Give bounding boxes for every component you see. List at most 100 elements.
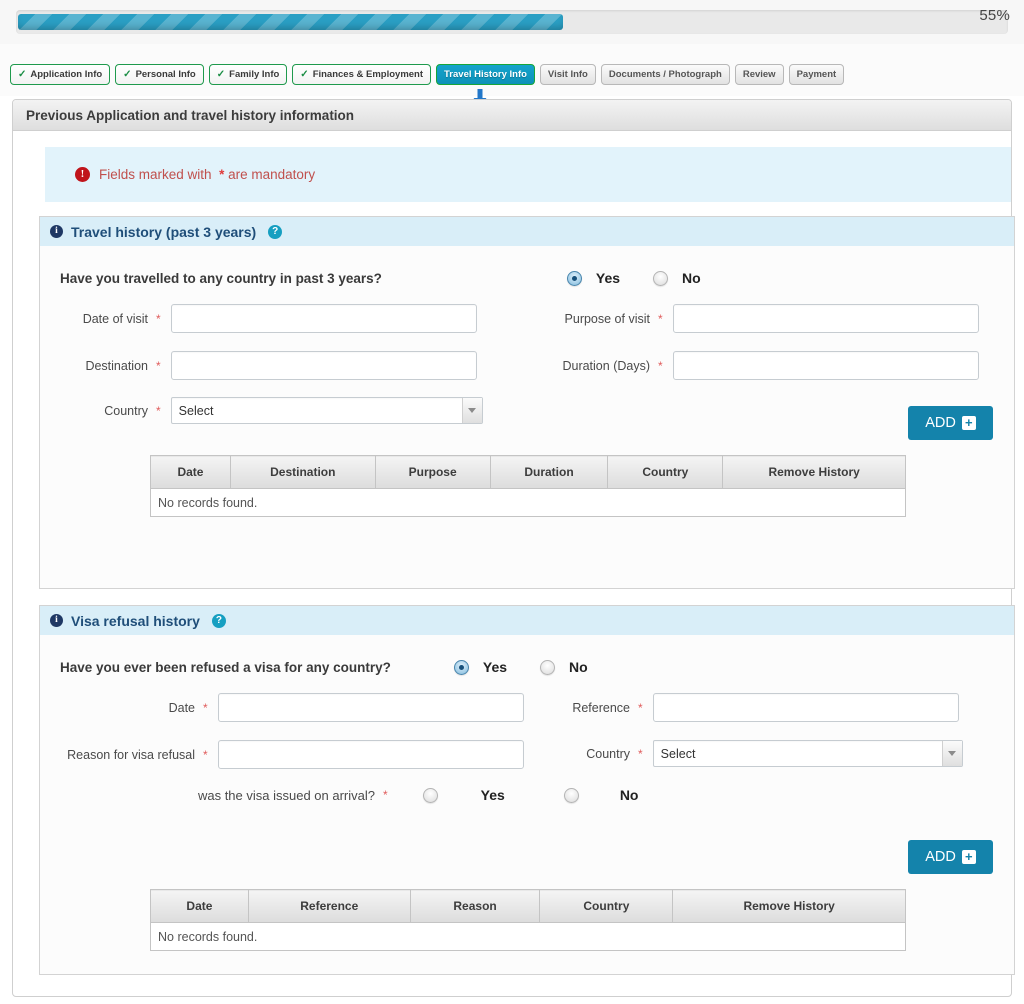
refusal-question-row: Have you ever been refused a visa for an… xyxy=(40,649,1014,681)
tab-visit-info[interactable]: Visit Info xyxy=(539,64,596,85)
tab-payment[interactable]: Payment xyxy=(788,64,845,85)
reference-input[interactable] xyxy=(652,693,959,722)
check-icon: ✓ xyxy=(216,69,226,80)
refusal-yes-radio[interactable] xyxy=(453,659,469,675)
field-label: Date xyxy=(168,700,195,715)
table-header-date: Date xyxy=(150,455,231,489)
refusal-fields: Date * Reason for visa refusal * Referen… xyxy=(40,681,1014,836)
tab-personal-info[interactable]: ✓ Personal Info xyxy=(115,64,204,85)
refusal-no-radio[interactable] xyxy=(540,659,556,675)
refusal-date-input[interactable] xyxy=(217,693,524,722)
progress-fill xyxy=(18,14,563,30)
field-country: Country * Select xyxy=(40,397,483,424)
tab-review[interactable]: Review xyxy=(734,64,784,85)
arrival-question-label: was the visa issued on arrival? xyxy=(197,787,375,803)
table-header-reference: Reference xyxy=(247,889,411,923)
check-icon: ✓ xyxy=(18,69,27,80)
arrival-yes-label: Yes xyxy=(480,787,505,803)
visa-refusal-body: Have you ever been refused a visa for an… xyxy=(40,635,1014,951)
tab-label: Family Info xyxy=(229,69,280,80)
tab-label: Travel History Info xyxy=(444,69,527,80)
travel-fields: Date of visit * Destination * Country * xyxy=(40,292,1014,424)
field-duration-days: Duration (Days) * xyxy=(530,351,979,380)
main-panel: Previous Application and travel history … xyxy=(12,99,1015,997)
tab-label: Documents / Photograph xyxy=(608,69,722,80)
field-label: Reference xyxy=(572,700,630,715)
table-empty-row: No records found. xyxy=(150,922,906,951)
purpose-of-visit-input[interactable] xyxy=(672,304,979,333)
plus-icon: + xyxy=(961,850,976,864)
tab-label: Review xyxy=(742,69,776,80)
country-select-value: Select xyxy=(178,404,214,418)
table-header-remove-history: Remove History xyxy=(672,889,906,923)
exclamation-icon: ! xyxy=(75,167,90,182)
required-star: * xyxy=(156,311,161,326)
refusal-add-button[interactable]: ADD + xyxy=(908,840,993,874)
refusal-country-select[interactable]: Select xyxy=(652,740,963,767)
field-refusal-date: Date * xyxy=(40,693,524,722)
progress-track xyxy=(16,10,1008,34)
chevron-down-icon[interactable] xyxy=(941,741,962,766)
travel-history-section-header: i Travel history (past 3 years) ? xyxy=(40,217,1014,246)
help-icon[interactable]: ? xyxy=(268,224,283,239)
travel-no-radio[interactable] xyxy=(653,270,669,286)
table-header-country: Country xyxy=(539,889,674,923)
required-star: * xyxy=(203,700,208,715)
destination-input[interactable] xyxy=(170,351,477,380)
travel-add-button[interactable]: ADD + xyxy=(908,406,993,440)
reason-for-visa-refusal-input[interactable] xyxy=(217,740,524,769)
duration-days-input[interactable] xyxy=(672,351,979,380)
table-empty-text: No records found. xyxy=(150,922,906,951)
field-label: Duration (Days) xyxy=(562,358,650,373)
travel-history-section: i Travel history (past 3 years) ? Have y… xyxy=(39,216,1015,589)
required-star: * xyxy=(658,358,663,373)
panel-body: ! Fields marked with * are mandatory i T… xyxy=(13,131,1015,1004)
tab-family-info[interactable]: ✓ Family Info xyxy=(208,64,288,85)
progress-percent-label: 55% xyxy=(979,7,1010,24)
refusal-yes-label: Yes xyxy=(482,659,508,675)
info-icon: i xyxy=(50,225,63,238)
tab-documents-photograph[interactable]: Documents / Photograph xyxy=(600,64,730,85)
table-empty-text: No records found. xyxy=(150,488,906,517)
required-star: * xyxy=(156,403,161,418)
arrival-yes-radio[interactable] xyxy=(422,787,438,803)
travel-yes-radio[interactable] xyxy=(566,270,582,286)
table-header-country: Country xyxy=(607,455,724,489)
tab-application-info[interactable]: ✓ Application Info xyxy=(10,64,111,85)
section-title: Travel history (past 3 years) xyxy=(71,223,257,240)
field-label: Country xyxy=(586,746,630,761)
field-visa-issued-on-arrival: was the visa issued on arrival? * Yes No xyxy=(190,787,639,803)
table-header-duration: Duration xyxy=(489,455,609,489)
refusal-no-label: No xyxy=(569,659,588,675)
field-reference: Reference * xyxy=(545,693,959,722)
travel-question-label: Have you travelled to any country in pas… xyxy=(60,270,382,286)
chevron-down-icon[interactable] xyxy=(461,398,482,423)
help-icon[interactable]: ? xyxy=(211,613,226,628)
table-header-reason: Reason xyxy=(409,889,541,923)
field-reason-for-visa-refusal: Reason for visa refusal * xyxy=(40,740,524,769)
country-select[interactable]: Select xyxy=(170,397,483,424)
date-of-visit-input[interactable] xyxy=(170,304,477,333)
progress-bar-region: 55% xyxy=(0,0,1024,44)
arrival-no-radio[interactable] xyxy=(563,787,579,803)
travel-history-table: Date Destination Purpose Duration Countr… xyxy=(150,455,906,517)
visa-refusal-section: i Visa refusal history ? Have you ever b… xyxy=(39,605,1015,975)
required-star: * xyxy=(203,747,208,762)
travel-question-row: Have you travelled to any country in pas… xyxy=(40,260,1014,292)
visa-application-page: 55% ✓ Application Info ✓ Personal Info ✓… xyxy=(0,0,1024,1004)
field-label: Date of visit xyxy=(82,311,148,326)
info-icon: i xyxy=(50,614,63,627)
table-header-destination: Destination xyxy=(229,455,376,489)
tab-label: Payment xyxy=(796,69,837,80)
plus-icon: + xyxy=(961,416,976,430)
tab-travel-history-info[interactable]: Travel History Info xyxy=(436,64,535,85)
table-header-purpose: Purpose xyxy=(374,455,491,489)
travel-history-body: Have you travelled to any country in pas… xyxy=(40,246,1014,517)
required-star: * xyxy=(638,700,643,715)
table-header-row: Date Reference Reason Country Remove His… xyxy=(150,889,906,923)
panel-title: Previous Application and travel history … xyxy=(13,100,1011,131)
travel-no-label: No xyxy=(682,270,701,286)
tab-finances-employment[interactable]: ✓ Finances & Employment xyxy=(292,64,432,85)
refusal-country-select-value: Select xyxy=(660,747,696,761)
field-purpose-of-visit: Purpose of visit * xyxy=(530,304,979,333)
